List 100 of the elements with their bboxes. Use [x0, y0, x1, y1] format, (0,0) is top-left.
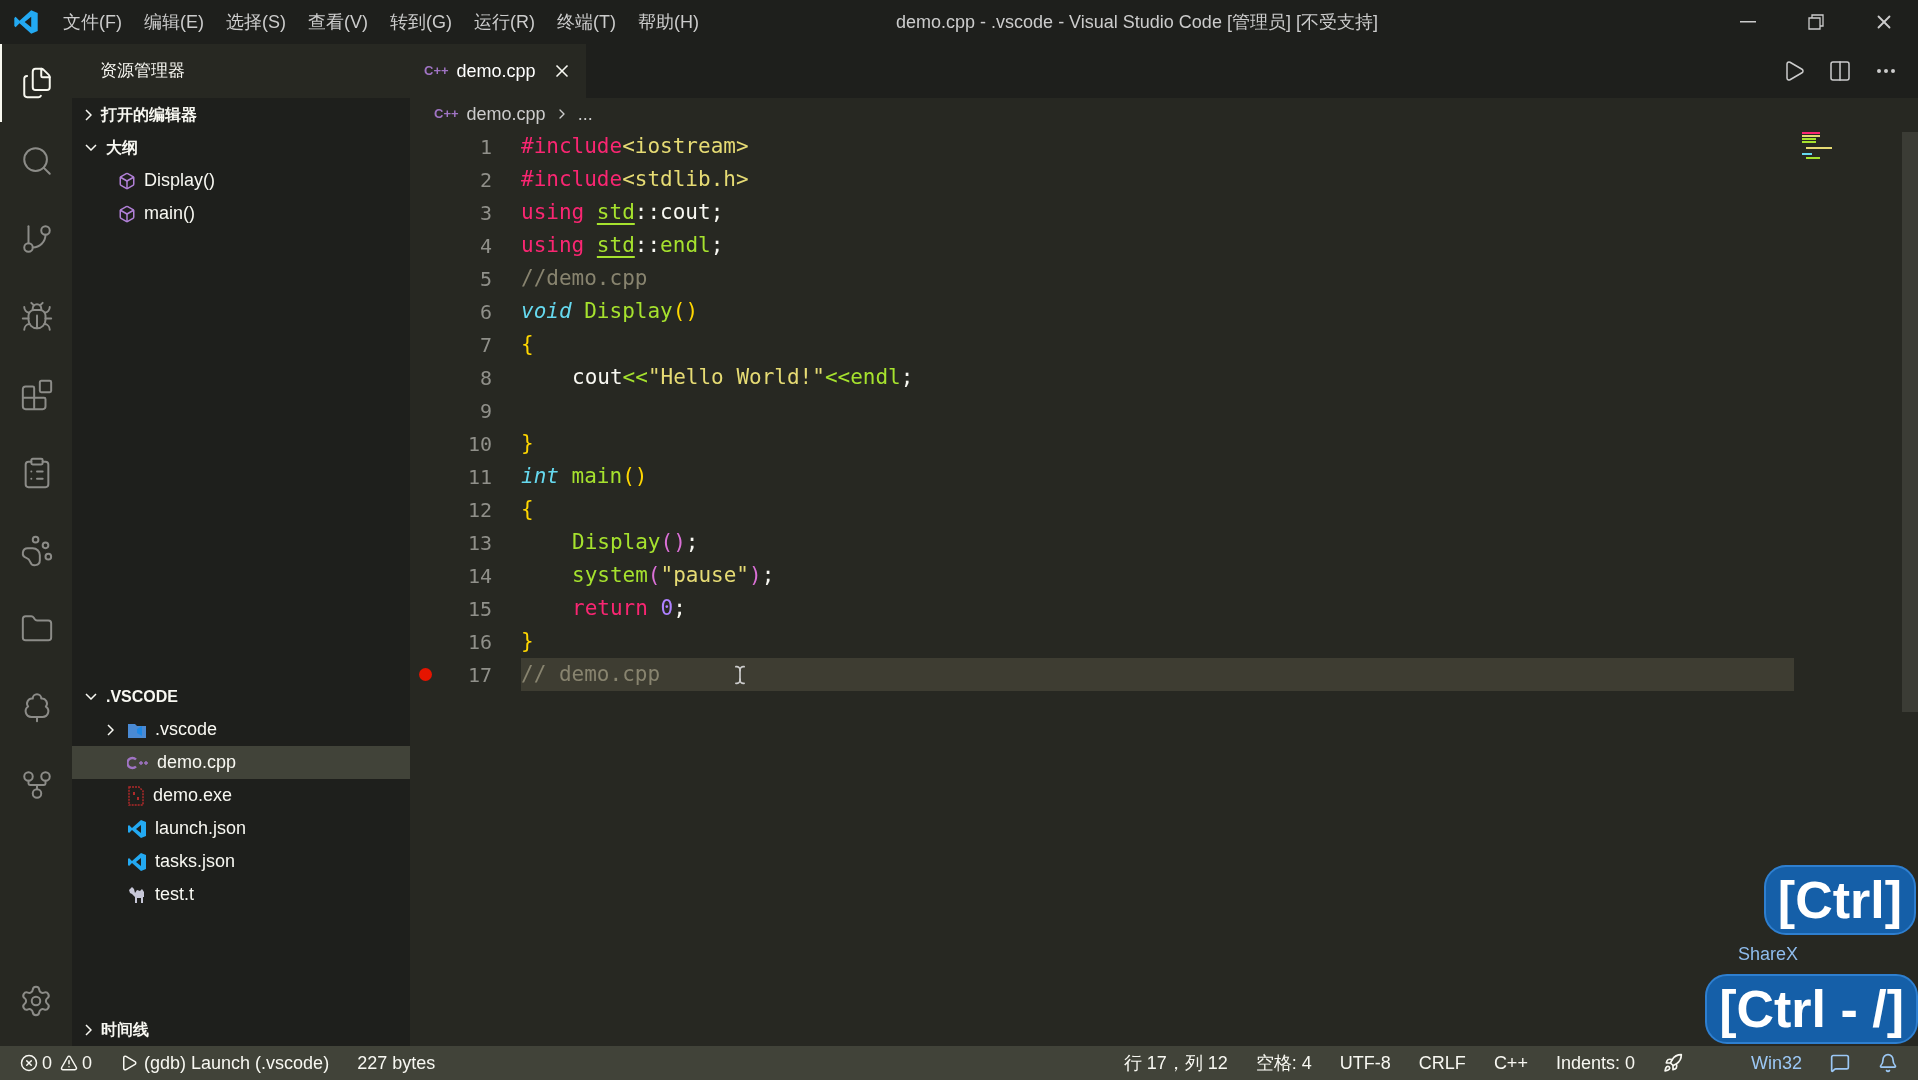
sharex-label: ShareX: [1737, 943, 1798, 966]
file-type-label: C++: [424, 62, 449, 81]
keystroke-badge: [Ctrl]: [1763, 865, 1916, 935]
code-line: system("pause");: [571, 561, 776, 589]
menu-item[interactable]: 转到(G): [379, 8, 463, 36]
code-line: using std::cout;: [521, 198, 725, 226]
status-item[interactable]: C++: [1493, 1049, 1528, 1077]
code-line: #include<iostream>: [521, 132, 750, 160]
menu-item[interactable]: 选择(S): [215, 8, 297, 36]
code-line: Display();: [571, 528, 700, 556]
menu-item[interactable]: 文件(F): [52, 8, 133, 36]
vscode-file-icon: [127, 851, 147, 872]
line-number: 16: [466, 628, 492, 656]
tree-item[interactable]: test.t: [72, 878, 410, 911]
line-number: 17: [466, 661, 492, 689]
section-header[interactable]: 大纲: [72, 131, 410, 164]
code-line: {: [521, 495, 535, 523]
chevron-icon: [85, 108, 92, 121]
platform[interactable]: Win32: [1750, 1049, 1802, 1077]
tree-item-label: tasks.json: [155, 850, 236, 873]
launch-icon: [120, 1054, 139, 1072]
tree-item[interactable]: launch.json: [72, 812, 410, 845]
tree-item-label: test.t: [155, 883, 194, 906]
section-header[interactable]: 时间线: [72, 1013, 410, 1046]
tree-item[interactable]: .vscode: [72, 713, 410, 746]
restore-icon: [1808, 14, 1824, 30]
tree-item[interactable]: demo.exe: [72, 779, 410, 812]
breadcrumb-more[interactable]: ...: [577, 100, 593, 128]
menu-item[interactable]: 编辑(E): [133, 8, 215, 36]
feedback-icon[interactable]: [1830, 1053, 1850, 1073]
launch-config[interactable]: (gdb) Launch (.vscode): [144, 1049, 330, 1077]
chevron-icon: [85, 693, 97, 700]
tree-item-label: launch.json: [155, 817, 247, 840]
breadcrumb-file[interactable]: demo.cpp: [466, 100, 546, 128]
code-line: using std::endl;: [521, 231, 725, 259]
branch-icon: [20, 222, 54, 256]
error-icon: [20, 1054, 38, 1072]
file-type-label: C++: [434, 105, 459, 124]
section-header[interactable]: .VSCODE: [72, 680, 410, 713]
code-line: #include<stdlib.h>: [521, 165, 750, 193]
editor-tab[interactable]: C++ demo.cpp: [410, 44, 586, 98]
vscode-file-icon: [127, 818, 147, 839]
file-size: 227 bytes: [357, 1051, 436, 1075]
app-logo-icon: [13, 9, 39, 35]
minimize-icon: [1740, 21, 1756, 23]
line-number: 4: [478, 232, 492, 260]
line-number: 5: [478, 265, 492, 293]
status-item[interactable]: UTF-8: [1339, 1049, 1391, 1077]
tree-item-label: main(): [144, 202, 195, 225]
line-number: 10: [466, 430, 492, 458]
tree-item[interactable]: main(): [72, 197, 410, 230]
tree-item[interactable]: Display(): [72, 164, 410, 197]
status-item[interactable]: 空格: 4: [1255, 1049, 1312, 1077]
menu-item[interactable]: 查看(V): [297, 8, 379, 36]
settings-icon: [19, 984, 53, 1018]
tab-label: demo.cpp: [456, 59, 536, 83]
window-title: demo.cpp - .vscode - Visual Studio Code [管理员] [不受支持]: [895, 10, 1379, 34]
line-number: 12: [466, 496, 492, 524]
section-header[interactable]: 打开的编辑器: [72, 98, 410, 131]
tree-item-label: Display(): [144, 169, 215, 192]
binary-file-icon: [127, 785, 145, 806]
camel-icon: [127, 884, 147, 905]
cube-icon: [118, 171, 136, 190]
code-line: }: [521, 429, 535, 457]
rocket-icon[interactable]: [1662, 1053, 1683, 1073]
cpp-file-icon: [127, 755, 149, 770]
menu-item[interactable]: 运行(R): [463, 8, 546, 36]
line-number: 9: [478, 397, 492, 425]
menu-item[interactable]: 帮助(H): [626, 8, 710, 36]
status-item[interactable]: 行 17，列 12: [1123, 1049, 1228, 1077]
tree-item[interactable]: demo.cpp: [72, 746, 410, 779]
warning-count[interactable]: 0: [82, 1049, 93, 1077]
line-number: 8: [478, 364, 492, 392]
tree-item-label: demo.cpp: [157, 751, 237, 774]
keystroke-badge: [Ctrl - /]: [1705, 974, 1918, 1044]
search-icon: [20, 144, 54, 178]
line-number: 13: [466, 529, 492, 557]
files-icon: [20, 66, 54, 100]
status-item[interactable]: CRLF: [1418, 1049, 1466, 1077]
sidebar-title: 资源管理器: [100, 60, 185, 83]
tree-item-label: .vscode: [155, 718, 218, 741]
split-editor-icon[interactable]: [1828, 59, 1852, 83]
code-line: cout<<"Hello World!"<<endl;: [571, 363, 915, 391]
code-line: //demo.cpp: [521, 264, 649, 292]
code-line: {: [521, 330, 535, 358]
code-line: return 0;: [571, 594, 687, 622]
warning-icon: [60, 1054, 78, 1072]
bell-icon[interactable]: [1878, 1053, 1898, 1073]
fork-icon: [20, 768, 54, 802]
line-number: 3: [478, 199, 492, 227]
chevron-icon: [85, 144, 97, 151]
tree-item[interactable]: tasks.json: [72, 845, 410, 878]
code-line: void Display(): [521, 297, 700, 325]
error-count[interactable]: 0: [42, 1049, 52, 1077]
blocks-icon: [20, 378, 54, 412]
code-line: }: [521, 627, 535, 655]
line-number: 14: [466, 562, 492, 590]
line-number: 11: [466, 463, 492, 491]
menu-item[interactable]: 终端(T): [546, 8, 627, 36]
status-item[interactable]: Indents: 0: [1555, 1049, 1635, 1077]
